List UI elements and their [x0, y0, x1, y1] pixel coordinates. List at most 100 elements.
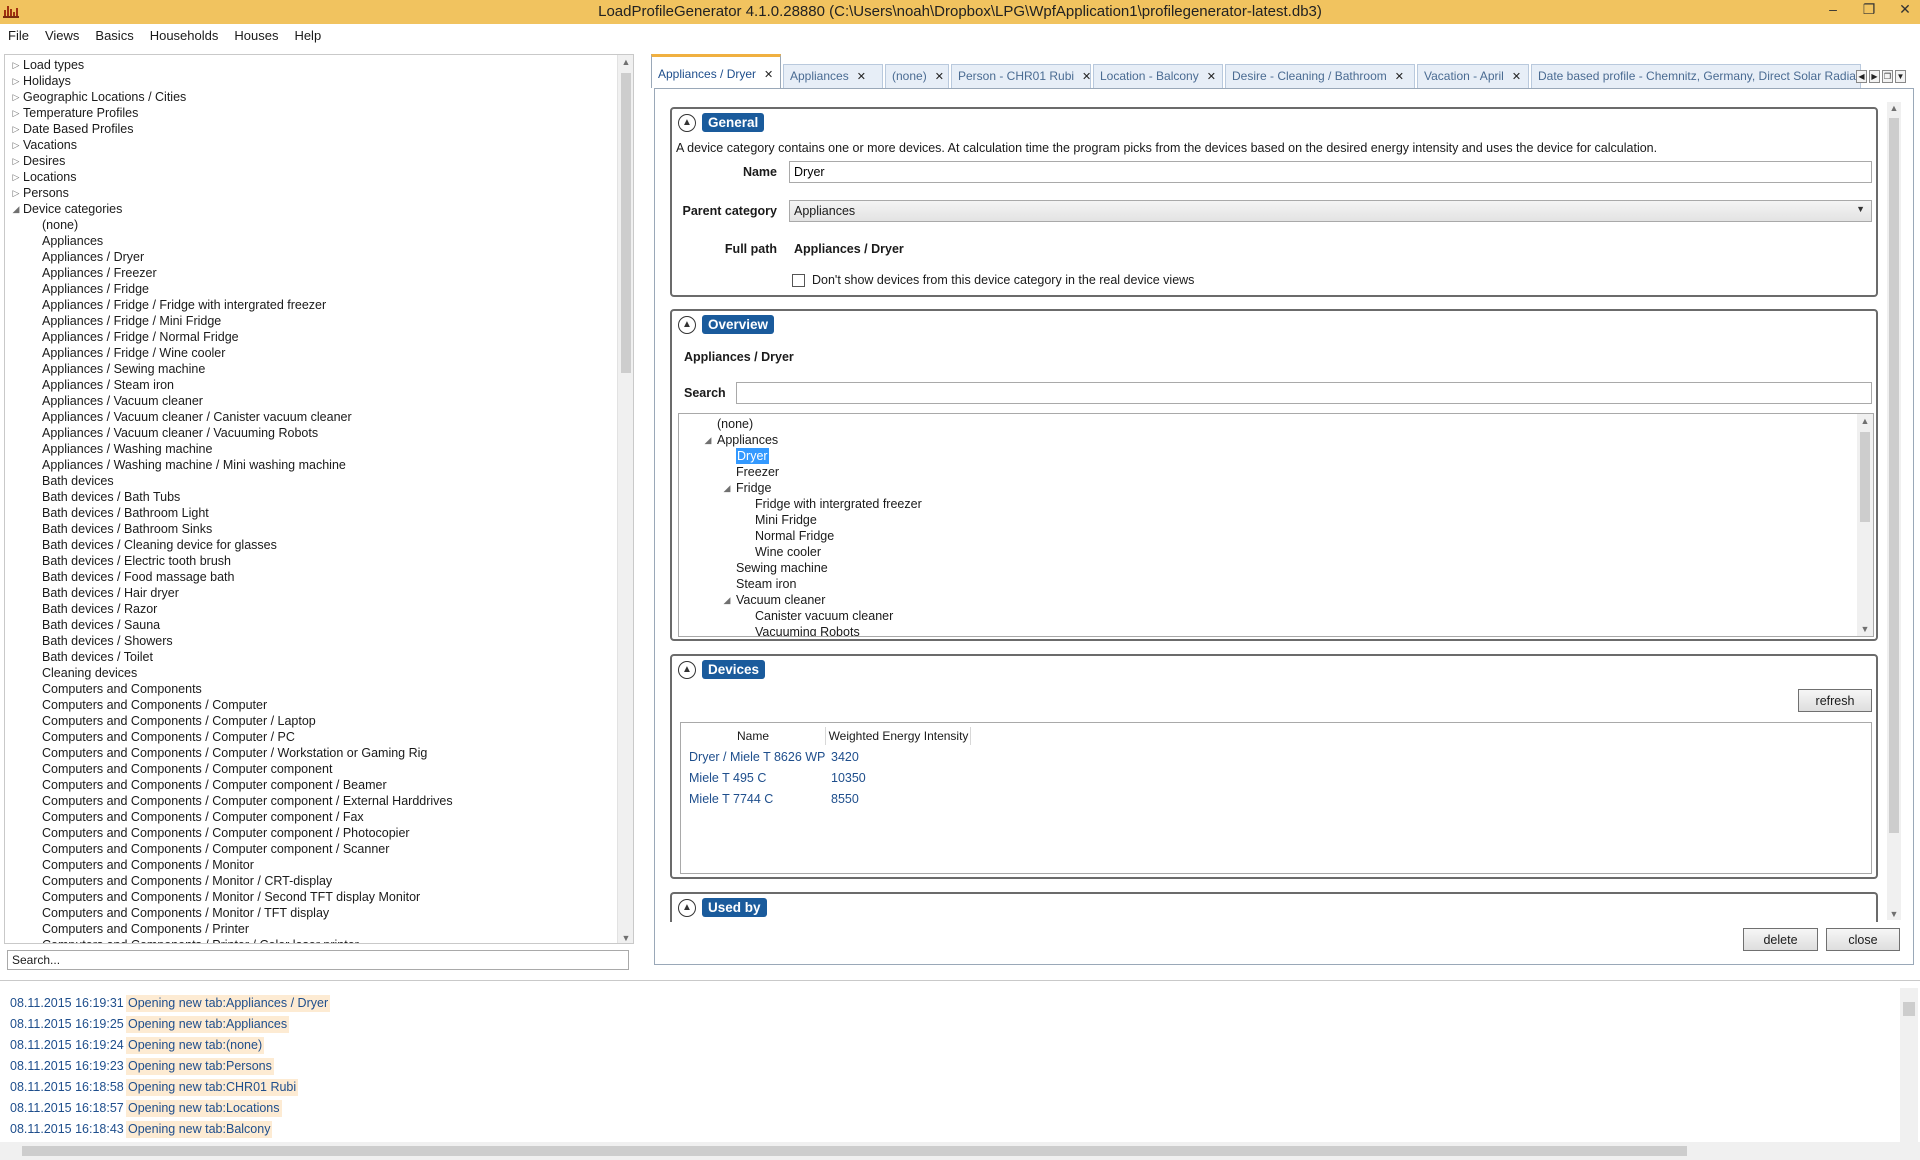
device-intensity-cell[interactable]: 3420	[831, 747, 859, 768]
tree-node[interactable]: Computers and Components / Computer comp…	[42, 777, 387, 793]
tree-node[interactable]: Appliances / Washing machine	[42, 441, 212, 457]
tree-node[interactable]: Bath devices / Sauna	[42, 617, 160, 633]
expand-arrow-icon[interactable]: ▷	[11, 185, 21, 201]
tree-node[interactable]: Bath devices / Razor	[42, 601, 157, 617]
tree-node[interactable]: Computers and Components	[42, 681, 202, 697]
tree-node[interactable]: Computers and Components / Computer comp…	[42, 761, 332, 777]
scrollbar-thumb[interactable]	[1903, 1002, 1915, 1016]
tab-close-icon[interactable]: ✕	[764, 69, 773, 81]
menu-views[interactable]: Views	[45, 28, 79, 43]
expand-arrow-icon[interactable]: ▷	[11, 137, 21, 153]
tree-node[interactable]: Computers and Components / Monitor / Sec…	[42, 889, 420, 905]
expand-arrow-icon[interactable]: ▷	[11, 105, 21, 121]
tree-node[interactable]: Bath devices / Toilet	[42, 649, 153, 665]
tree-node[interactable]: ▷ Persons	[5, 185, 69, 201]
tree-node[interactable]: Bath devices / Showers	[42, 633, 173, 649]
expand-arrow-icon[interactable]: ▷	[11, 57, 21, 73]
tab-list-icon[interactable]: ❐	[1882, 70, 1893, 83]
tab-close-icon[interactable]: ✕	[1207, 71, 1216, 83]
scroll-up-icon[interactable]: ▲	[1857, 416, 1873, 426]
navigation-search-input[interactable]	[7, 950, 629, 970]
tree-node[interactable]: Appliances / Fridge / Wine cooler	[42, 345, 225, 361]
tree-node[interactable]: Computers and Components / Computer / La…	[42, 713, 316, 729]
tab-dropdown-icon[interactable]: ▼	[1895, 70, 1906, 83]
tree-node[interactable]: Computers and Components / Printer / Col…	[42, 937, 359, 943]
collapse-used-by-icon[interactable]: ▲	[678, 898, 696, 917]
tree-node[interactable]: Appliances / Vacuum cleaner	[42, 393, 203, 409]
device-name-cell[interactable]: Miele T 495 C	[689, 768, 766, 789]
tree-node[interactable]: Bath devices / Bathroom Sinks	[42, 521, 212, 537]
hide-devices-checkbox[interactable]	[792, 274, 805, 287]
tree-node[interactable]: ▷ Date Based Profiles	[5, 121, 134, 137]
overview-search-input[interactable]	[736, 382, 1872, 404]
tree-node[interactable]: Computers and Components / Computer comp…	[42, 841, 389, 857]
tree-node[interactable]: Bath devices	[42, 473, 114, 489]
tree-node[interactable]: Appliances / Sewing machine	[42, 361, 205, 377]
menu-basics[interactable]: Basics	[95, 28, 133, 43]
tree-node[interactable]: Computers and Components / Monitor	[42, 857, 254, 873]
tree-node[interactable]: Computers and Components / Printer	[42, 921, 249, 937]
tab-date-based-profile[interactable]: Date based profile - Chemnitz, Germany, …	[1531, 64, 1861, 88]
tree-node[interactable]: Cleaning devices	[42, 665, 137, 681]
overview-tree-scrollbar[interactable]: ▲ ▼	[1857, 414, 1873, 636]
tab-close-icon[interactable]: ✕	[1512, 71, 1521, 83]
delete-button[interactable]: delete	[1743, 928, 1818, 951]
collapse-arrow-icon[interactable]: ◢	[722, 592, 732, 608]
expand-arrow-icon[interactable]: ▷	[11, 169, 21, 185]
tree-node[interactable]: Computers and Components / Computer comp…	[42, 809, 364, 825]
collapse-devices-icon[interactable]: ▲	[678, 660, 696, 679]
tab-person-chr01-rubi[interactable]: Person - CHR01 Rubi ✕	[951, 64, 1091, 88]
device-name-cell[interactable]: Dryer / Miele T 8626 WP	[689, 747, 825, 768]
tree-node[interactable]: Computers and Components / Computer / PC	[42, 729, 295, 745]
tree-node[interactable]: Computers and Components / Computer / Wo…	[42, 745, 427, 761]
expand-arrow-icon[interactable]: ▷	[11, 121, 21, 137]
column-header-energy-intensity[interactable]: Weighted Energy Intensity	[827, 727, 971, 745]
collapse-arrow-icon[interactable]: ◢	[722, 480, 732, 496]
tree-node[interactable]: Bath devices / Hair dryer	[42, 585, 179, 601]
device-intensity-cell[interactable]: 8550	[831, 789, 859, 810]
device-intensity-cell[interactable]: 10350	[831, 768, 866, 789]
scrollbar-thumb[interactable]	[1860, 432, 1870, 522]
tab-appliances[interactable]: Appliances ✕	[783, 64, 883, 88]
tree-node[interactable]: Bath devices / Electric tooth brush	[42, 553, 231, 569]
tab-close-icon[interactable]: ✕	[1395, 71, 1404, 83]
log-vertical-scrollbar[interactable]	[1900, 988, 1918, 1143]
tab-scroll-left-icon[interactable]: ◀	[1856, 70, 1867, 83]
maximize-icon[interactable]: ❐	[1860, 1, 1878, 18]
menu-households[interactable]: Households	[150, 28, 219, 43]
tree-node[interactable]: Appliances / Fridge / Normal Fridge	[42, 329, 239, 345]
refresh-button[interactable]: refresh	[1798, 689, 1872, 712]
menu-file[interactable]: File	[8, 28, 29, 43]
tree-node[interactable]: ▷ Vacations	[5, 137, 77, 153]
collapse-general-icon[interactable]: ▲	[678, 113, 696, 132]
tree-node[interactable]: Appliances	[42, 233, 103, 249]
tree-node[interactable]: Appliances / Vacuum cleaner / Canister v…	[42, 409, 352, 425]
tab-close-icon[interactable]: ✕	[857, 71, 866, 83]
tab-vacation-april[interactable]: Vacation - April ✕	[1417, 64, 1529, 88]
tree-node[interactable]: Appliances / Vacuum cleaner / Vacuuming …	[42, 425, 318, 441]
tab-close-icon[interactable]: ✕	[935, 71, 944, 83]
scrollbar-thumb[interactable]	[22, 1146, 1687, 1156]
tree-node[interactable]: Appliances / Fridge	[42, 281, 149, 297]
tree-node[interactable]: Appliances / Freezer	[42, 265, 157, 281]
tree-node[interactable]: Bath devices / Bathroom Light	[42, 505, 209, 521]
tree-node[interactable]: Computers and Components / Computer	[42, 697, 267, 713]
tab-close-icon[interactable]: ✕	[1082, 71, 1090, 83]
tree-node[interactable]: Bath devices / Bath Tubs	[42, 489, 180, 505]
scroll-up-icon[interactable]: ▲	[1887, 103, 1901, 113]
close-window-icon[interactable]: ✕	[1896, 1, 1914, 18]
scrollbar-thumb[interactable]	[1889, 118, 1899, 833]
name-input[interactable]	[789, 161, 1872, 183]
tree-node[interactable]: Computers and Components / Monitor / CRT…	[42, 873, 332, 889]
tree-node[interactable]: Computers and Components / Monitor / TFT…	[42, 905, 329, 921]
close-button[interactable]: close	[1826, 928, 1900, 951]
menu-help[interactable]: Help	[294, 28, 321, 43]
tree-node[interactable]: ▷ Holidays	[5, 73, 71, 89]
tree-node[interactable]: (none)	[42, 217, 78, 233]
tree-node[interactable]: ▷ Geographic Locations / Cities	[5, 89, 187, 105]
expand-arrow-icon[interactable]: ▷	[11, 73, 21, 89]
tab-none[interactable]: (none) ✕	[885, 64, 949, 88]
device-name-cell[interactable]: Miele T 7744 C	[689, 789, 773, 810]
expand-arrow-icon[interactable]: ▷	[11, 89, 21, 105]
tree-node[interactable]: Bath devices / Food massage bath	[42, 569, 234, 585]
